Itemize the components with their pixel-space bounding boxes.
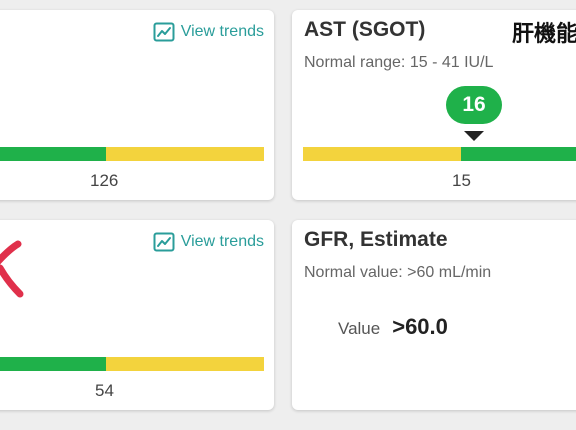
range-bar [0, 147, 264, 161]
range-normal-segment [0, 147, 106, 161]
view-trends-link[interactable]: View trends [153, 232, 264, 252]
lab-card-ast: AST (SGOT) 肝機能 Normal range: 15 - 41 IU/… [292, 10, 576, 200]
range-low-segment [303, 147, 461, 161]
result-value-badge: 16 [446, 86, 502, 124]
value-label: Value [338, 319, 381, 338]
trend-chart-icon [153, 232, 175, 252]
range-tick-label: 54 [95, 381, 114, 400]
view-trends-label: View trends [180, 233, 264, 250]
lab-card-bottom-left: View trends 54 [0, 220, 274, 410]
range-tick-label: 126 [90, 171, 119, 190]
range-bar [0, 357, 264, 371]
range-high-segment [106, 357, 264, 371]
trend-chart-icon [153, 22, 175, 42]
range-bar [303, 147, 576, 161]
range-tick-label: 15 [452, 171, 471, 190]
handwritten-mark [0, 240, 24, 298]
result-value-row: Value >60.0 [338, 314, 448, 340]
lab-title: AST (SGOT) [304, 18, 426, 41]
normal-range-text: Normal range: 15 - 41 IU/L [304, 54, 494, 71]
range-normal-segment [0, 357, 106, 371]
result-value: >60.0 [392, 314, 448, 339]
range-high-segment [106, 147, 264, 161]
lab-card-top-left: View trends 126 [0, 10, 274, 200]
section-label: 肝機能 [512, 21, 576, 46]
result-pointer-icon [464, 131, 484, 141]
lab-card-gfr: GFR, Estimate Normal value: >60 mL/min V… [292, 220, 576, 410]
range-normal-segment [461, 147, 576, 161]
view-trends-link[interactable]: View trends [153, 22, 264, 42]
view-trends-label: View trends [180, 23, 264, 40]
normal-value-text: Normal value: >60 mL/min [304, 264, 492, 281]
lab-title: GFR, Estimate [304, 228, 448, 251]
